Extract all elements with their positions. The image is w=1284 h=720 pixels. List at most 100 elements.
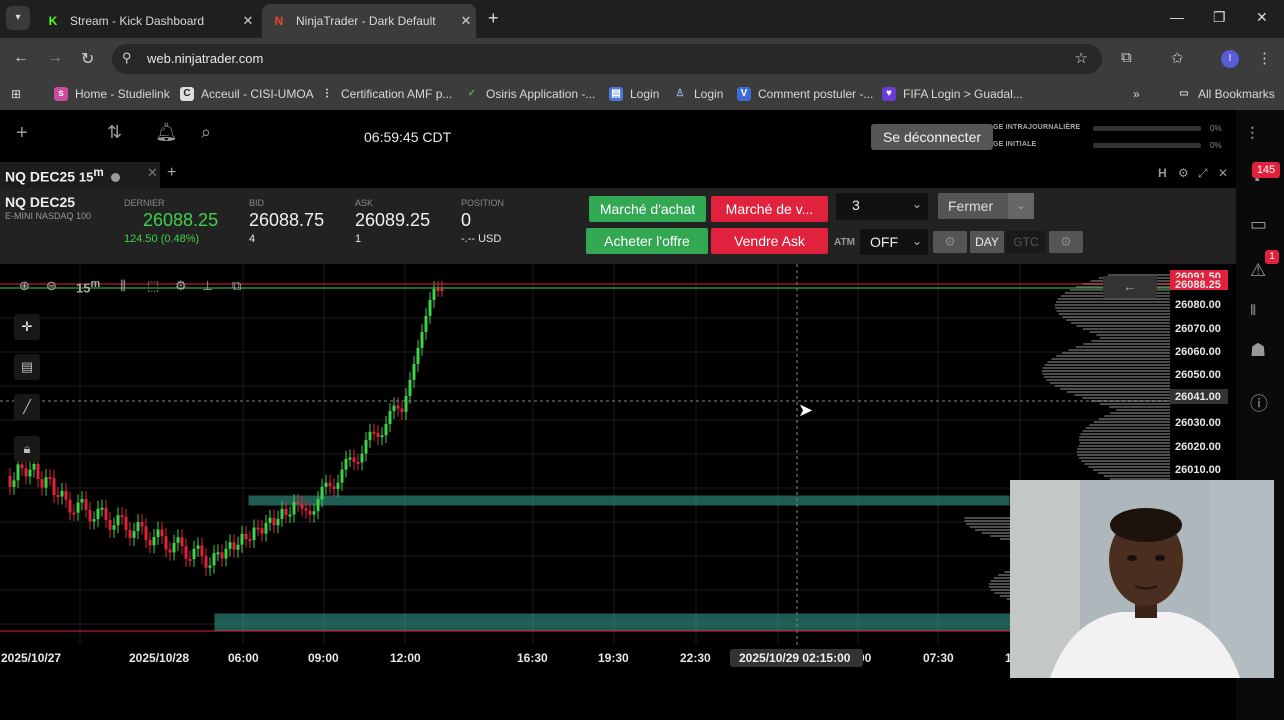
lock-icon[interactable]: 🔒︎: [14, 436, 40, 462]
bookmark-osiris[interactable]: ✓ Osiris Application -...: [465, 87, 596, 101]
price-axis-label: 26030.00: [1175, 417, 1221, 429]
bookmark-login-2[interactable]: ♙ Login: [673, 87, 724, 101]
header-h-icon[interactable]: H: [1158, 166, 1167, 180]
profile-avatar[interactable]: I: [1221, 50, 1239, 68]
tab-kick-dashboard[interactable]: K Stream - Kick Dashboard ✕: [36, 4, 258, 38]
back-icon[interactable]: ←: [13, 49, 29, 67]
site-info-icon[interactable]: ⚲: [122, 50, 132, 66]
price-axis-label: 26070.00: [1175, 323, 1221, 335]
close-chart-tab-icon[interactable]: ✕: [147, 165, 158, 181]
volume-profile-bar: [1074, 394, 1170, 396]
bookmark-fifa[interactable]: ♥ FIFA Login > Guadal...: [882, 87, 1023, 101]
bookmark-comment-postuler[interactable]: V Comment postuler -...: [737, 87, 873, 101]
sell-ask-button[interactable]: Vendre Ask: [711, 228, 828, 254]
close-window-icon[interactable]: ✕: [1256, 9, 1268, 26]
buy-bid-button[interactable]: Acheter l'offre: [586, 228, 708, 254]
forward-icon[interactable]: →: [47, 49, 63, 67]
scroll-back-icon[interactable]: ←: [1103, 276, 1157, 298]
bookmark-amf[interactable]: ⋮ Certification AMF p...: [320, 87, 452, 101]
chart-gear-icon[interactable]: ⚙: [175, 278, 187, 294]
bell-icon[interactable]: 🔔︎: [155, 122, 178, 143]
position-label: POSITION: [461, 198, 505, 208]
close-chart-icon[interactable]: ✕: [1218, 166, 1228, 180]
help-icon[interactable]: ⓘ: [1250, 390, 1268, 416]
popout-icon[interactable]: ⤢: [1198, 166, 1208, 181]
price-axis-label: 26060.00: [1175, 346, 1221, 358]
chat-icon[interactable]: ▭: [1250, 214, 1267, 235]
chart-settings-gear-icon[interactable]: ⚙: [1178, 166, 1189, 180]
bookmarks-bar: ⊞ s Home - Studielink C Acceuil - CISI-UMO…: [0, 80, 1284, 110]
new-tab-icon[interactable]: +: [488, 8, 499, 29]
columns-icon[interactable]: ⦀: [1250, 302, 1256, 319]
tab-ninjatrader[interactable]: N NinjaTrader - Dark Default ✕: [262, 4, 476, 38]
volume-profile-bar: [1043, 376, 1170, 378]
candle-style-icon[interactable]: ⫼: [120, 278, 126, 294]
more-bookmarks-icon[interactable]: »: [1133, 87, 1140, 101]
add-chart-tab-icon[interactable]: +: [167, 164, 176, 182]
alert-icon[interactable]: ⚠: [1250, 260, 1266, 281]
apps-grid-icon[interactable]: ⊞: [11, 87, 21, 101]
address-bar-row: ← → ↻ ⚲ web.ninjatrader.com ☆ ⧉ ✩ ⋮: [0, 38, 1284, 80]
add-icon[interactable]: +: [16, 122, 28, 145]
favorites-icon[interactable]: ✩: [1171, 49, 1184, 67]
community-icon[interactable]: ☗: [1250, 340, 1266, 361]
chevron-down-icon[interactable]: ⌄: [1008, 193, 1034, 219]
webcam-overlay: [1010, 480, 1274, 678]
select-region-icon[interactable]: ⬚: [147, 278, 159, 294]
close-tab-icon[interactable]: ✕: [456, 13, 476, 29]
quote-symbol[interactable]: NQ DEC25: [5, 194, 75, 210]
volume-profile-bar: [1103, 475, 1170, 477]
bookmark-cisi[interactable]: C Acceuil - CISI-UMOA: [180, 87, 314, 101]
candle: [88, 509, 92, 522]
chart-timeframe-button[interactable]: 15m: [76, 278, 100, 295]
position-value: 0: [461, 210, 472, 230]
volume-profile-bar: [1085, 427, 1170, 429]
volume-profile-bar: [1083, 343, 1170, 345]
price-axis-label: 26050.00: [1175, 369, 1221, 381]
tif-settings-gear-icon[interactable]: ⚙: [1049, 231, 1083, 253]
transfer-icon[interactable]: ⇅: [107, 122, 122, 143]
market-sell-button[interactable]: Marché de v...: [711, 196, 828, 222]
browser-tab-bar: ▾ K Stream - Kick Dashboard ✕ N NinjaTra…: [0, 0, 1284, 38]
bookmark-studielink[interactable]: s Home - Studielink: [54, 87, 170, 101]
search-icon[interactable]: ⌕: [201, 122, 211, 143]
draw-line-icon[interactable]: ╱: [14, 394, 40, 420]
url-text[interactable]: web.ninjatrader.com: [147, 51, 263, 66]
candle: [288, 514, 292, 517]
volume-profile-bar: [1077, 454, 1170, 456]
crosshair-icon[interactable]: ✛: [14, 314, 40, 340]
atm-selector[interactable]: OFF ⌄: [860, 229, 928, 255]
tif-day-toggle[interactable]: DAY: [970, 231, 1004, 253]
restore-icon[interactable]: ❐: [1213, 9, 1226, 26]
close-position-button[interactable]: Fermer ⌄: [938, 193, 1034, 219]
tif-gtc-toggle[interactable]: GTC: [1006, 231, 1046, 253]
atm-settings-gear-icon[interactable]: ⚙: [933, 231, 967, 253]
zoom-out-icon[interactable]: ⊖: [46, 278, 57, 294]
volume-profile-bar: [1104, 415, 1170, 417]
bid-size: 4: [249, 233, 256, 245]
chart-tab-nq[interactable]: NQ DEC25 15m ✕: [0, 162, 160, 188]
indicators-icon[interactable]: ⊥: [202, 278, 213, 294]
price-axis-label: 26041.00: [1175, 391, 1221, 403]
settings-sliders-icon[interactable]: ⫶: [1250, 124, 1255, 145]
osiris-icon: ✓: [467, 88, 477, 99]
tab-search-chevron-icon[interactable]: ▾: [6, 6, 30, 30]
minimize-icon[interactable]: —: [1170, 9, 1184, 25]
reload-icon[interactable]: ↻: [81, 49, 94, 69]
menu-kebab-icon[interactable]: ⋮: [1257, 49, 1272, 67]
omnibox[interactable]: ⚲ web.ninjatrader.com ☆: [112, 44, 1102, 74]
quantity-selector[interactable]: 3 ⌄: [836, 193, 928, 220]
volume-profile-bar: [1082, 328, 1170, 330]
candle: [368, 431, 372, 441]
zoom-in-icon[interactable]: ⊕: [19, 278, 30, 294]
all-bookmarks[interactable]: ▭ All Bookmarks: [1177, 87, 1274, 101]
bookmark-login-1[interactable]: ▤ Login: [609, 87, 659, 101]
close-tab-icon[interactable]: ✕: [238, 13, 258, 29]
candle: [244, 533, 248, 540]
logout-button[interactable]: Se déconnecter: [871, 124, 993, 150]
notes-icon[interactable]: ▤: [14, 354, 40, 380]
extensions-icon[interactable]: ⧉: [1121, 49, 1132, 66]
templates-icon[interactable]: ⧉: [232, 278, 241, 294]
bookmark-star-icon[interactable]: ☆: [1075, 49, 1088, 67]
market-buy-button[interactable]: Marché d'achat: [589, 196, 706, 222]
